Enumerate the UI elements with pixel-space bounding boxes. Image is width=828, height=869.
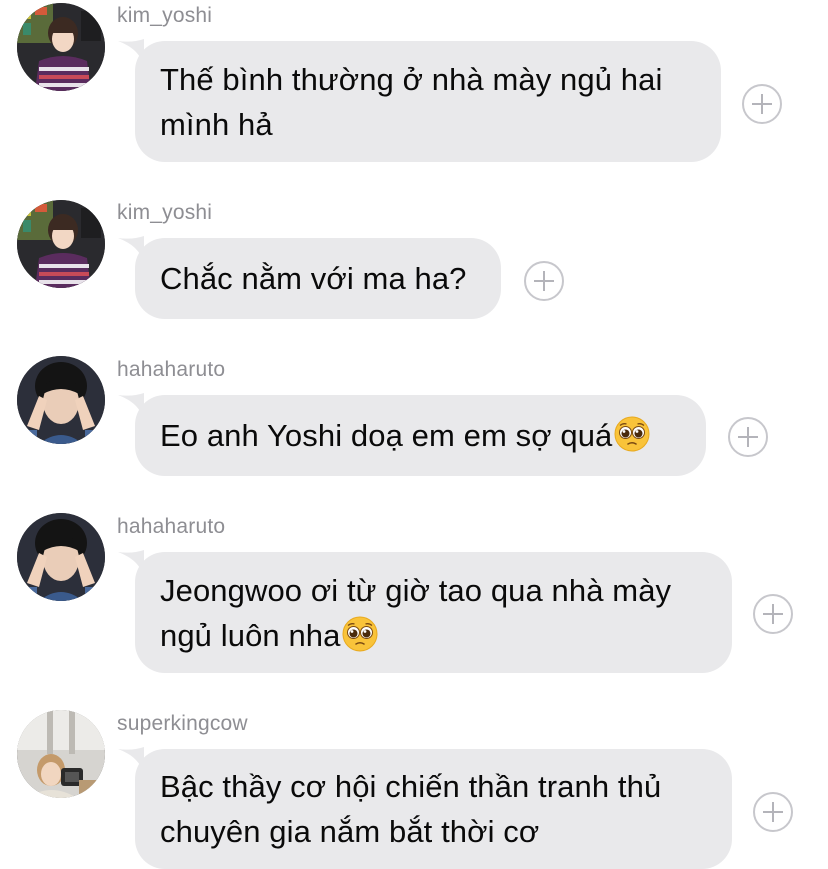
message-text: Jeongwoo ơi từ giờ tao qua nhà mày ngủ l… (160, 572, 672, 653)
add-reaction-icon[interactable] (742, 84, 782, 124)
hahaharuto-avatar[interactable] (17, 356, 105, 444)
add-reaction-icon[interactable] (753, 792, 793, 832)
message-text: Thế bình thường ở nhà mày ngủ hai mình h… (160, 61, 663, 142)
username[interactable]: hahaharuto (117, 515, 225, 539)
username[interactable]: kim_yoshi (117, 4, 212, 28)
pleading-face-icon (342, 616, 378, 652)
add-reaction-icon[interactable] (524, 261, 564, 301)
message-bubble[interactable]: Chắc nằm với ma ha? (135, 238, 501, 319)
username[interactable]: hahaharuto (117, 358, 225, 382)
message-text: Eo anh Yoshi doạ em em sợ quá (160, 413, 650, 458)
add-reaction-icon[interactable] (728, 417, 768, 457)
superkingcow-avatar[interactable] (17, 710, 105, 798)
hahaharuto-avatar[interactable] (17, 513, 105, 601)
message-bubble[interactable]: Jeongwoo ơi từ giờ tao qua nhà mày ngủ l… (135, 552, 732, 673)
pleading-face-icon (614, 416, 650, 452)
message-bubble[interactable]: Eo anh Yoshi doạ em em sợ quá (135, 395, 706, 476)
username[interactable]: superkingcow (117, 712, 248, 736)
username[interactable]: kim_yoshi (117, 201, 212, 225)
kim-yoshi-avatar[interactable] (17, 3, 105, 91)
kim-yoshi-avatar[interactable] (17, 200, 105, 288)
message-text: Bậc thầy cơ hội chiến thần tranh thủ chu… (160, 769, 662, 849)
message-bubble[interactable]: Bậc thầy cơ hội chiến thần tranh thủ chu… (135, 749, 732, 869)
add-reaction-icon[interactable] (753, 594, 793, 634)
message-text: Chắc nằm với ma ha? (160, 261, 467, 296)
message-bubble[interactable]: Thế bình thường ở nhà mày ngủ hai mình h… (135, 41, 721, 162)
